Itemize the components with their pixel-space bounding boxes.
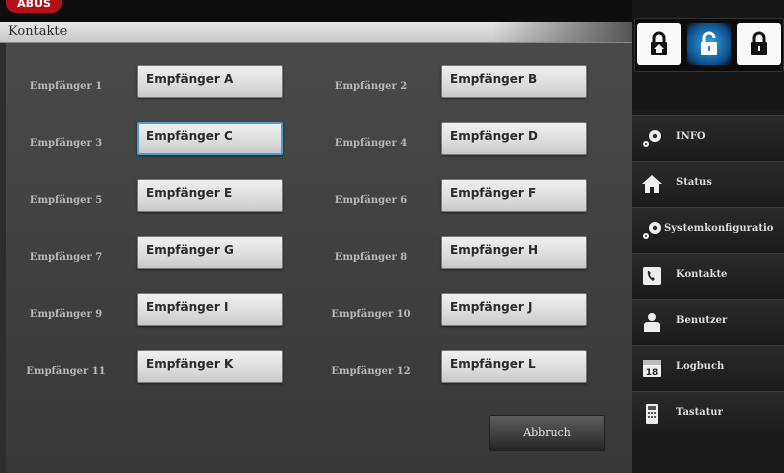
recipient-label-4: Empfänger 4	[334, 138, 408, 149]
phone-book-icon	[643, 267, 661, 285]
left-edge	[0, 43, 6, 473]
recipient-field-12[interactable]: Empfänger L	[441, 350, 587, 383]
top-strip: ABUS	[0, 0, 632, 22]
contacts-window: Kontakte Empfänger 1 Empfänger A Empfäng…	[0, 22, 632, 473]
brand-logo: ABUS	[6, 0, 62, 13]
recipient-field-4[interactable]: Empfänger D	[441, 122, 587, 155]
recipient-field-7[interactable]: Empfänger G	[137, 236, 283, 269]
recipient-field-3[interactable]: Empfänger C	[137, 122, 283, 155]
lock-mode-home-button[interactable]	[637, 23, 681, 65]
sidebar-item-label: Systemkonfiguratio	[664, 223, 774, 234]
gear-icon	[643, 222, 661, 239]
cancel-button[interactable]: Abbruch	[489, 415, 605, 451]
sidebar-item-label: Tastatur	[676, 407, 723, 418]
lock-mode-armed-button[interactable]	[737, 23, 781, 65]
sidebar-item-info[interactable]: INFO	[632, 115, 784, 160]
recipient-field-10[interactable]: Empfänger J	[441, 293, 587, 326]
recipient-label-3: Empfänger 3	[29, 138, 103, 149]
home-lock-icon	[651, 31, 667, 55]
sidebar-item-label: Kontakte	[676, 269, 728, 280]
recipient-label-6: Empfänger 6	[334, 195, 408, 206]
sidebar-item-label: Benutzer	[676, 315, 728, 326]
lock-mode-selector	[634, 18, 784, 72]
recipient-label-9: Empfänger 9	[29, 309, 103, 320]
keypad-icon	[646, 404, 658, 424]
sidebar-item-status[interactable]: Status	[632, 161, 784, 206]
recipient-field-5[interactable]: Empfänger E	[137, 179, 283, 212]
user-icon	[644, 313, 660, 332]
sidebar-item-label: Logbuch	[676, 361, 725, 372]
recipient-field-8[interactable]: Empfänger H	[441, 236, 587, 269]
sidebar-item-systemkonfiguration[interactable]: Systemkonfiguratio	[632, 207, 784, 252]
recipient-field-1[interactable]: Empfänger A	[137, 65, 283, 98]
sidebar-item-kontakte[interactable]: Kontakte	[632, 253, 784, 298]
title-bar-fade	[492, 22, 632, 42]
recipient-field-2[interactable]: Empfänger B	[441, 65, 587, 98]
recipient-label-12: Empfänger 12	[331, 366, 411, 377]
closed-lock-icon	[751, 31, 767, 55]
sidebar-item-tastatur[interactable]: Tastatur	[632, 391, 784, 436]
lock-mode-open-button[interactable]	[687, 23, 731, 65]
recipient-label-7: Empfänger 7	[29, 252, 103, 263]
sidebar: INFO Status Systemkonfiguratio Kontakte …	[632, 0, 784, 473]
recipient-label-8: Empfänger 8	[334, 252, 408, 263]
sidebar-item-benutzer[interactable]: Benutzer	[632, 299, 784, 344]
recipient-label-1: Empfänger 1	[29, 81, 103, 92]
title-bar: Kontakte	[0, 22, 632, 43]
calendar-icon: 18	[643, 360, 661, 378]
svg-text:18: 18	[646, 368, 659, 378]
recipient-label-2: Empfänger 2	[334, 81, 408, 92]
sidebar-item-logbuch[interactable]: 18 Logbuch	[632, 345, 784, 390]
sidebar-item-label: Status	[676, 177, 712, 188]
house-icon	[642, 175, 662, 193]
recipient-field-9[interactable]: Empfänger I	[137, 293, 283, 326]
recipient-label-11: Empfänger 11	[26, 366, 106, 377]
open-lock-icon	[701, 31, 717, 55]
sidebar-item-label: INFO	[676, 131, 706, 142]
gear-icon	[643, 130, 661, 147]
recipient-field-11[interactable]: Empfänger K	[137, 350, 283, 383]
page-title: Kontakte	[8, 24, 68, 39]
recipient-field-6[interactable]: Empfänger F	[441, 179, 587, 212]
recipient-label-10: Empfänger 10	[331, 309, 411, 320]
recipient-label-5: Empfänger 5	[29, 195, 103, 206]
